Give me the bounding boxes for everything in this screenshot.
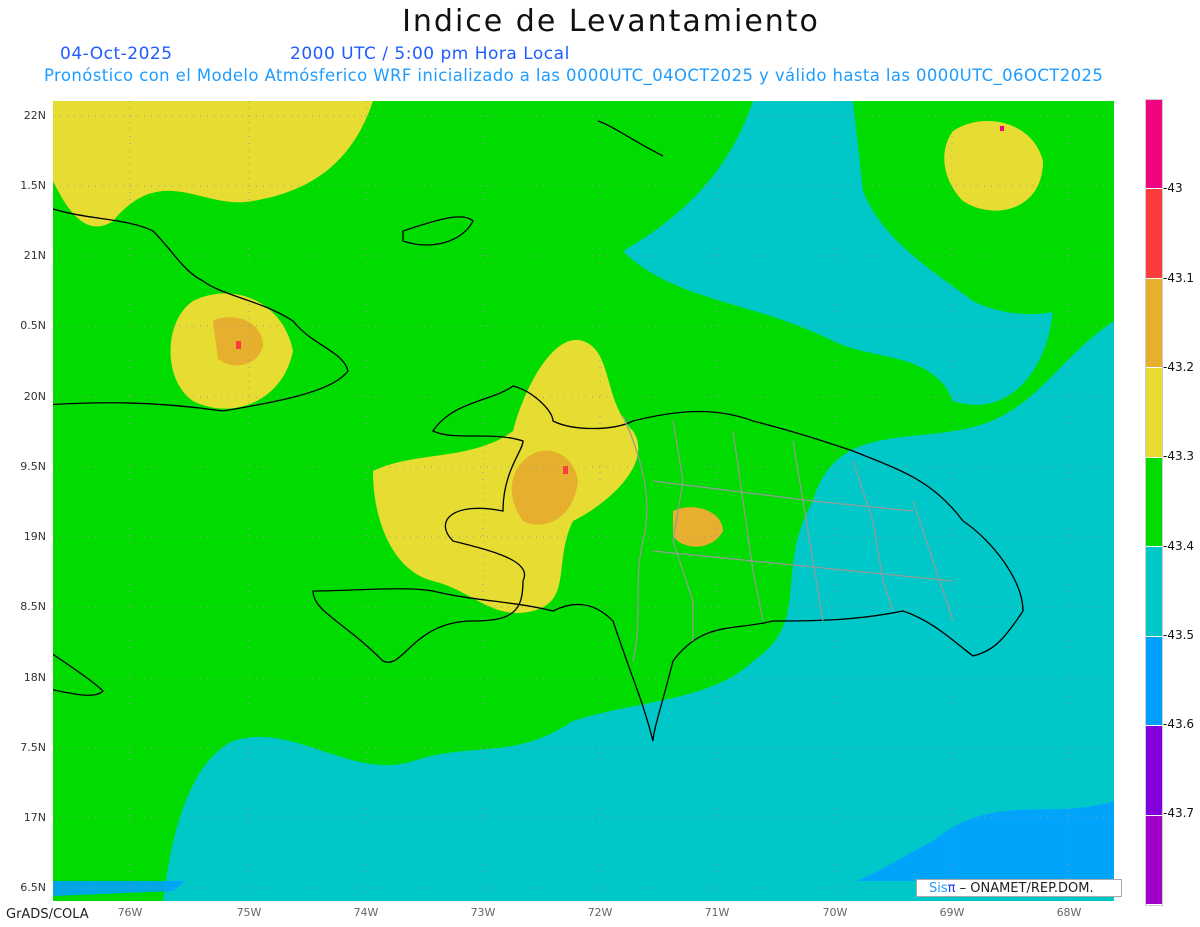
colorbar-swatch bbox=[1146, 636, 1162, 727]
colorbar bbox=[1145, 99, 1163, 906]
onamet-badge: Sisπ – ONAMET/REP.DOM. bbox=[916, 879, 1122, 897]
colorbar-swatch bbox=[1146, 189, 1162, 279]
lat-label: 18N bbox=[23, 671, 46, 684]
lat-label: 1.5N bbox=[20, 179, 46, 192]
forecast-date: 04-Oct-2025 bbox=[60, 44, 173, 64]
sispi-logo-sis: Sis bbox=[929, 881, 948, 896]
lon-label: 68W bbox=[1056, 906, 1082, 919]
lon-label: 71W bbox=[704, 906, 730, 919]
colorbar-swatch bbox=[1146, 278, 1162, 369]
lat-label: 7.5N bbox=[20, 741, 46, 754]
lat-label: 0.5N bbox=[20, 319, 46, 332]
lat-label: 19N bbox=[23, 530, 46, 543]
colorbar-tick: -43.1 bbox=[1163, 271, 1195, 285]
badge-text: – ONAMET/REP.DOM. bbox=[955, 881, 1094, 896]
colorbar-tick: -43.3 bbox=[1163, 449, 1195, 463]
colorbar-tick: -43.7 bbox=[1163, 806, 1195, 820]
lon-label: 74W bbox=[353, 906, 379, 919]
colorbar-tick: -43.2 bbox=[1163, 360, 1195, 374]
colorbar-swatch bbox=[1146, 457, 1162, 548]
grads-credit: GrADS/COLA bbox=[6, 907, 89, 922]
lon-label: 69W bbox=[939, 906, 965, 919]
field-red-cell bbox=[563, 466, 568, 474]
colorbar-swatch bbox=[1146, 815, 1162, 905]
lon-label: 73W bbox=[470, 906, 496, 919]
lon-label: 75W bbox=[236, 906, 262, 919]
lon-label: 76W bbox=[117, 906, 143, 919]
colorbar-swatch bbox=[1146, 368, 1162, 458]
colorbar-swatch bbox=[1146, 547, 1162, 637]
field-red-cell bbox=[236, 341, 241, 349]
colorbar-tick: -43.4 bbox=[1163, 539, 1195, 553]
colorbar-swatch bbox=[1146, 726, 1162, 816]
colorbar-tick: -43.6 bbox=[1163, 717, 1195, 731]
lon-label: 72W bbox=[587, 906, 613, 919]
lat-label: 8.5N bbox=[20, 600, 46, 613]
lat-label: 6.5N bbox=[20, 881, 46, 894]
lat-label: 20N bbox=[23, 390, 46, 403]
field-magenta-cell bbox=[1000, 126, 1004, 131]
map-title: Indice de Levantamiento bbox=[402, 4, 820, 39]
lon-label: 70W bbox=[822, 906, 848, 919]
colorbar-tick: -43.5 bbox=[1163, 628, 1195, 642]
lat-label: 22N bbox=[23, 109, 46, 122]
lat-label: 17N bbox=[23, 811, 46, 824]
forecast-time: 2000 UTC / 5:00 pm Hora Local bbox=[290, 44, 570, 64]
forecast-subtitle: Pronóstico con el Modelo Atmósferico WRF… bbox=[44, 66, 1104, 85]
lifted-index-map bbox=[53, 101, 1114, 901]
colorbar-swatch bbox=[1146, 100, 1162, 190]
lat-label: 21N bbox=[23, 249, 46, 262]
lat-label: 9.5N bbox=[20, 460, 46, 473]
colorbar-tick: -43 bbox=[1163, 181, 1183, 195]
